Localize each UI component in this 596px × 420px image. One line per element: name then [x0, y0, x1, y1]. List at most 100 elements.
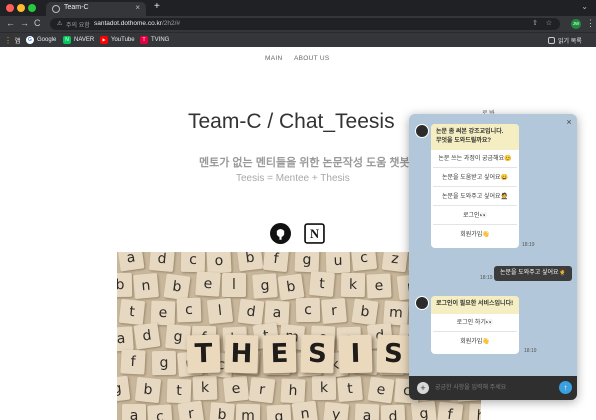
- quick-reply-button[interactable]: 로그인 하기👀: [433, 315, 517, 332]
- letter-tile: f: [262, 252, 290, 273]
- naver-icon: N: [63, 36, 71, 44]
- page-title: Team-C / Chat_Teesis: [188, 110, 395, 133]
- quick-reply-button[interactable]: 로그인👀: [433, 208, 517, 225]
- forward-button[interactable]: →: [20, 18, 29, 28]
- bookmark-label: Google: [37, 37, 57, 43]
- nav-link-about-us[interactable]: ABOUT US: [294, 55, 330, 62]
- letter-tile: o: [206, 252, 232, 274]
- letter-tile: n: [291, 400, 319, 420]
- reload-button[interactable]: C: [34, 18, 41, 28]
- bookmark-naver[interactable]: N NAVER: [63, 36, 94, 44]
- thesis-tile: S: [300, 334, 335, 374]
- quick-reply-button[interactable]: 논문을 도와주고 싶어요🤵: [433, 189, 517, 206]
- quick-reply-button[interactable]: 회원가입👋: [433, 227, 517, 244]
- reading-list-label: 읽기 목록: [558, 39, 582, 45]
- address-bar[interactable]: ⚠ 주의 요함 santadot.dothome.co.kr/2h2/# ⇧ ☆: [50, 18, 560, 30]
- letter-tile: k: [192, 375, 218, 401]
- letter-tile: c: [176, 297, 202, 323]
- bookmark-label: TVING: [151, 37, 170, 43]
- chatbot-window: 논문 좀 써본 강조교입니다. 무엇을 도와드릴까요? 논문 쓰는 과정이 궁금…: [409, 114, 577, 400]
- share-icon[interactable]: ⇧: [532, 19, 538, 27]
- letter-tile: c: [295, 297, 321, 323]
- letter-tile: k: [340, 272, 366, 298]
- reading-list-icon: [548, 37, 555, 44]
- bookmarks-bar: ⋮⋮앱 G Google N NAVER ▶ YouTube T TVING 읽기 목록: [0, 32, 596, 47]
- bot-message-card: 논문 좀 써본 강조교입니다. 무엇을 도와드릴까요? 논문 쓰는 과정이 궁금…: [431, 124, 519, 248]
- letter-tile: m: [235, 403, 261, 420]
- bookmark-tving[interactable]: T TVING: [140, 36, 169, 44]
- letter-tile: l: [206, 297, 234, 325]
- letter-tile: d: [133, 322, 161, 350]
- security-label[interactable]: 주의 요함: [66, 20, 90, 29]
- maximize-window-button[interactable]: [28, 4, 36, 12]
- letter-tile: b: [236, 252, 264, 272]
- url-path: /2h2/#: [161, 20, 181, 27]
- svg-text:N: N: [310, 227, 319, 241]
- letter-tile: l: [222, 273, 246, 297]
- browser-tab-strip: Team-C × + ⌄: [0, 0, 596, 16]
- letter-tile: h: [280, 378, 306, 404]
- letter-tile: k: [311, 375, 337, 401]
- chat-close-icon[interactable]: ×: [563, 116, 575, 128]
- bookmark-google[interactable]: G Google: [26, 36, 56, 44]
- minimize-window-button[interactable]: [17, 4, 25, 12]
- thesis-tile: H: [224, 334, 259, 374]
- letter-tile: n: [132, 272, 160, 300]
- profile-avatar[interactable]: JW: [571, 19, 581, 29]
- thesis-tile: T: [186, 334, 221, 374]
- github-icon[interactable]: [270, 223, 291, 244]
- bookmark-apps[interactable]: ⋮⋮앱: [4, 36, 21, 45]
- url-text[interactable]: santadot.dothome.co.kr/2h2/#: [94, 20, 180, 27]
- letter-tile: g: [266, 404, 292, 420]
- letter-tile: d: [237, 298, 265, 326]
- notion-icon[interactable]: N: [304, 223, 325, 244]
- letter-tile: g: [410, 400, 438, 420]
- bot-message-text: 로그인이 필요한 서비스입니다!: [431, 296, 519, 314]
- tab-search-icon[interactable]: ⌄: [581, 2, 588, 11]
- bookmark-label: NAVER: [74, 37, 95, 43]
- letter-tile: f: [436, 401, 464, 420]
- letter-tile: m: [383, 300, 409, 326]
- active-tab[interactable]: Team-C ×: [46, 2, 146, 16]
- quick-reply-button[interactable]: 회원가입👋: [433, 334, 517, 351]
- attach-plus-button[interactable]: +: [417, 382, 429, 394]
- bookmark-star-icon[interactable]: ☆: [546, 19, 552, 27]
- reading-list[interactable]: 읽기 목록: [548, 36, 582, 45]
- url-host: santadot.dothome.co.kr: [94, 20, 162, 27]
- letter-tile: t: [166, 378, 192, 404]
- apps-grid-icon: ⋮⋮: [4, 35, 20, 45]
- letter-tile: a: [117, 252, 145, 272]
- letter-tile: b: [134, 376, 162, 404]
- quick-reply-button[interactable]: 논문 쓰는 과정이 궁금해요😊: [433, 151, 517, 168]
- letter-tile: d: [380, 404, 406, 420]
- letter-tile: d: [148, 252, 176, 273]
- chat-message-input[interactable]: [435, 382, 553, 394]
- new-tab-button[interactable]: +: [154, 1, 160, 12]
- close-window-button[interactable]: [6, 4, 14, 12]
- letter-tile: u: [325, 252, 351, 274]
- back-button[interactable]: ←: [6, 18, 15, 28]
- send-button[interactable]: ↑: [559, 381, 572, 394]
- tab-close-icon[interactable]: ×: [135, 3, 140, 12]
- letter-tile: c: [147, 404, 173, 420]
- tab-title: Team-C: [64, 4, 89, 11]
- letter-tile: c: [350, 252, 378, 272]
- browser-menu-icon[interactable]: ⋮: [586, 18, 595, 29]
- quick-reply-button[interactable]: 논문을 도움받고 싶어요😀: [433, 170, 517, 187]
- youtube-icon: ▶: [100, 36, 108, 44]
- letter-tile: h: [468, 403, 481, 420]
- letter-tile: g: [151, 350, 177, 376]
- letter-tile: a: [122, 404, 146, 420]
- letter-tile: a: [354, 403, 380, 420]
- thesis-tile: I: [338, 334, 373, 374]
- bookmark-youtube[interactable]: ▶ YouTube: [100, 36, 135, 44]
- letter-tile: b: [117, 272, 133, 298]
- warning-icon[interactable]: ⚠: [57, 20, 62, 27]
- letter-tile: a: [264, 300, 290, 326]
- nav-link-main[interactable]: MAIN: [265, 55, 282, 62]
- letter-tile: b: [163, 273, 191, 301]
- letter-tile: b: [208, 401, 236, 420]
- letter-tile: t: [336, 375, 364, 403]
- letter-tile: g: [117, 375, 131, 403]
- page-subtitle: 멘토가 없는 멘티들을 위한 논문작성 도움 챗봇: [199, 157, 410, 169]
